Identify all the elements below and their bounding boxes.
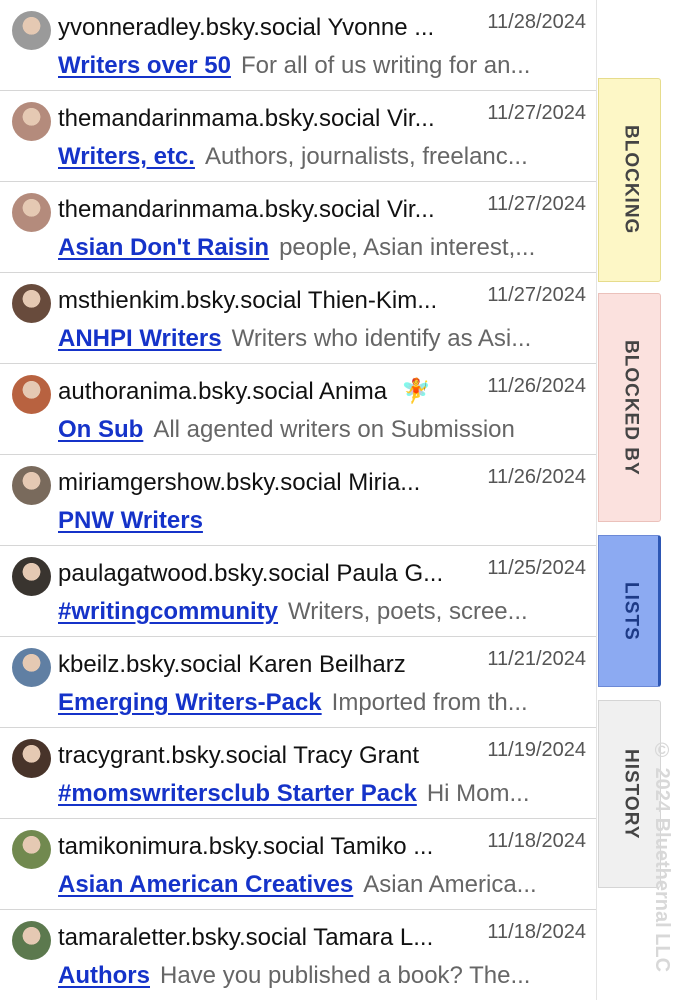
list-owner-handle[interactable]: themandarinmama.bsky.social Vir... <box>58 103 472 135</box>
list-item[interactable]: yvonneradley.bsky.social Yvonne ... 11/28… <box>0 0 596 91</box>
avatar[interactable] <box>12 557 51 596</box>
avatar[interactable] <box>12 193 51 232</box>
list-owner-handle[interactable]: tracygrant.bsky.social Tracy Grant <box>58 740 472 772</box>
avatar[interactable] <box>12 11 51 50</box>
list-date: 11/27/2024 <box>487 102 586 124</box>
list-name-link[interactable]: Asian Don't Raisin <box>58 234 269 261</box>
list-description: Asian America... <box>363 871 537 898</box>
list-owner-handle[interactable]: msthienkim.bsky.social Thien-Kim... <box>58 285 472 317</box>
owner-handle-text: miriamgershow.bsky.social Miria... <box>58 469 421 496</box>
list-info: #writingcommunity Writers, poets, scree..… <box>58 596 584 628</box>
list-name-link[interactable]: #writingcommunity <box>58 598 278 625</box>
list-info: On Sub All agented writers on Submission <box>58 414 584 446</box>
avatar[interactable] <box>12 921 51 960</box>
list-owner-handle[interactable]: miriamgershow.bsky.social Miria... <box>58 467 472 499</box>
list-item[interactable]: tamikonimura.bsky.social Tamiko ... 11/18… <box>0 819 596 910</box>
list-item[interactable]: authoranima.bsky.social Anima 🧚 11/26/2024… <box>0 364 596 455</box>
owner-handle-text: msthienkim.bsky.social Thien-Kim... <box>58 287 438 314</box>
list-date: 11/18/2024 <box>487 830 586 852</box>
avatar[interactable] <box>12 739 51 778</box>
list-item[interactable]: tracygrant.bsky.social Tracy Grant 11/19/… <box>0 728 596 819</box>
list-name-link[interactable]: Authors <box>58 962 150 989</box>
fairy-emoji-icon: 🧚 <box>401 378 431 405</box>
list-date: 11/28/2024 <box>487 11 586 33</box>
list-info: #momswritersclub Starter Pack Hi Mom... <box>58 778 584 810</box>
list-description: Writers, poets, scree... <box>288 598 528 625</box>
list-name-link[interactable]: Writers over 50 <box>58 52 231 79</box>
avatar[interactable] <box>12 284 51 323</box>
list-info: Writers over 50 For all of us writing for… <box>58 50 584 82</box>
list-owner-handle[interactable]: tamaraletter.bsky.social Tamara L... <box>58 922 472 954</box>
list-item[interactable]: msthienkim.bsky.social Thien-Kim... 11/27… <box>0 273 596 364</box>
list-info: Asian Don't Raisin people, Asian interest… <box>58 232 584 264</box>
list-name-link[interactable]: #momswritersclub Starter Pack <box>58 780 417 807</box>
list-date: 11/18/2024 <box>487 921 586 943</box>
list-name-link[interactable]: Asian American Creatives <box>58 871 353 898</box>
list-owner-handle[interactable]: authoranima.bsky.social Anima 🧚 <box>58 376 472 408</box>
list-date: 11/27/2024 <box>487 284 586 306</box>
avatar[interactable] <box>12 830 51 869</box>
list-info: ANHPI Writers Writers who identify as Asi… <box>58 323 584 355</box>
list-name-link[interactable]: On Sub <box>58 416 143 443</box>
tab-blocked-by-label: BLOCKED BY <box>620 339 642 476</box>
list-name-link[interactable]: Writers, etc. <box>58 143 195 170</box>
list-item[interactable]: miriamgershow.bsky.social Miria... 11/26/… <box>0 455 596 546</box>
list-date: 11/26/2024 <box>487 375 586 397</box>
list-owner-handle[interactable]: yvonneradley.bsky.social Yvonne ... <box>58 12 472 44</box>
owner-handle-text: tracygrant.bsky.social Tracy Grant <box>58 742 420 769</box>
list-description: For all of us writing for an... <box>240 52 531 79</box>
tab-lists-label: LISTS <box>620 581 642 641</box>
owner-handle-text: paulagatwood.bsky.social Paula G... <box>58 560 444 587</box>
owner-handle-text: kbeilz.bsky.social Karen Beilharz <box>58 651 406 678</box>
tab-blocked-by[interactable]: BLOCKED BY <box>598 293 661 522</box>
list-item[interactable]: themandarinmama.bsky.social Vir... 11/27/… <box>0 91 596 182</box>
list-owner-handle[interactable]: paulagatwood.bsky.social Paula G... <box>58 558 472 590</box>
owner-handle-text: tamaraletter.bsky.social Tamara L... <box>58 924 434 951</box>
list-date: 11/26/2024 <box>487 466 586 488</box>
list-name-link[interactable]: Emerging Writers-Pack <box>58 689 322 716</box>
owner-handle-text: themandarinmama.bsky.social Vir... <box>58 105 435 132</box>
avatar[interactable] <box>12 466 51 505</box>
list-owner-handle[interactable]: kbeilz.bsky.social Karen Beilharz <box>58 649 472 681</box>
list-owner-handle[interactable]: tamikonimura.bsky.social Tamiko ... <box>58 831 472 863</box>
owner-handle-text: tamikonimura.bsky.social Tamiko ... <box>58 833 434 860</box>
list-date: 11/19/2024 <box>487 739 586 761</box>
list-description: people, Asian interest,... <box>279 234 536 261</box>
list-date: 11/25/2024 <box>487 557 586 579</box>
tab-blocking-label: BLOCKING <box>620 125 642 235</box>
list-item[interactable]: paulagatwood.bsky.social Paula G... 11/25… <box>0 546 596 637</box>
list-info: Asian American Creatives Asian America... <box>58 869 584 901</box>
copyright-notice: © 2024 Bluethernal LLC <box>651 739 673 973</box>
list-results: yvonneradley.bsky.social Yvonne ... 11/28… <box>0 0 596 1000</box>
list-name-link[interactable]: PNW Writers <box>58 507 203 534</box>
list-info: Authors Have you published a book? The... <box>58 960 584 992</box>
list-date: 11/27/2024 <box>487 193 586 215</box>
list-description: Hi Mom... <box>426 780 530 807</box>
avatar[interactable] <box>12 102 51 141</box>
avatar[interactable] <box>12 375 51 414</box>
list-info: PNW Writers <box>58 505 584 537</box>
list-info: Emerging Writers-Pack Imported from th... <box>58 687 584 719</box>
tab-lists[interactable]: LISTS <box>598 535 661 687</box>
list-description: Writers who identify as Asi... <box>231 325 532 352</box>
list-info: Writers, etc. Authors, journalists, freel… <box>58 141 584 173</box>
avatar[interactable] <box>12 648 51 687</box>
list-name-link[interactable]: ANHPI Writers <box>58 325 222 352</box>
owner-handle-text: themandarinmama.bsky.social Vir... <box>58 196 435 223</box>
list-item[interactable]: tamaraletter.bsky.social Tamara L... 11/1… <box>0 910 596 1000</box>
list-description: Have you published a book? The... <box>160 962 531 989</box>
list-owner-handle[interactable]: themandarinmama.bsky.social Vir... <box>58 194 472 226</box>
list-description: Imported from th... <box>331 689 528 716</box>
owner-handle-text: authoranima.bsky.social Anima <box>58 378 388 405</box>
list-description: All agented writers on Submission <box>153 416 515 443</box>
list-date: 11/21/2024 <box>487 648 586 670</box>
owner-handle-text: yvonneradley.bsky.social Yvonne ... <box>58 14 435 41</box>
list-description: Authors, journalists, freelanc... <box>204 143 528 170</box>
tab-blocking[interactable]: BLOCKING <box>598 78 661 282</box>
list-item[interactable]: themandarinmama.bsky.social Vir... 11/27/… <box>0 182 596 273</box>
list-item[interactable]: kbeilz.bsky.social Karen Beilharz 11/21/2… <box>0 637 596 728</box>
